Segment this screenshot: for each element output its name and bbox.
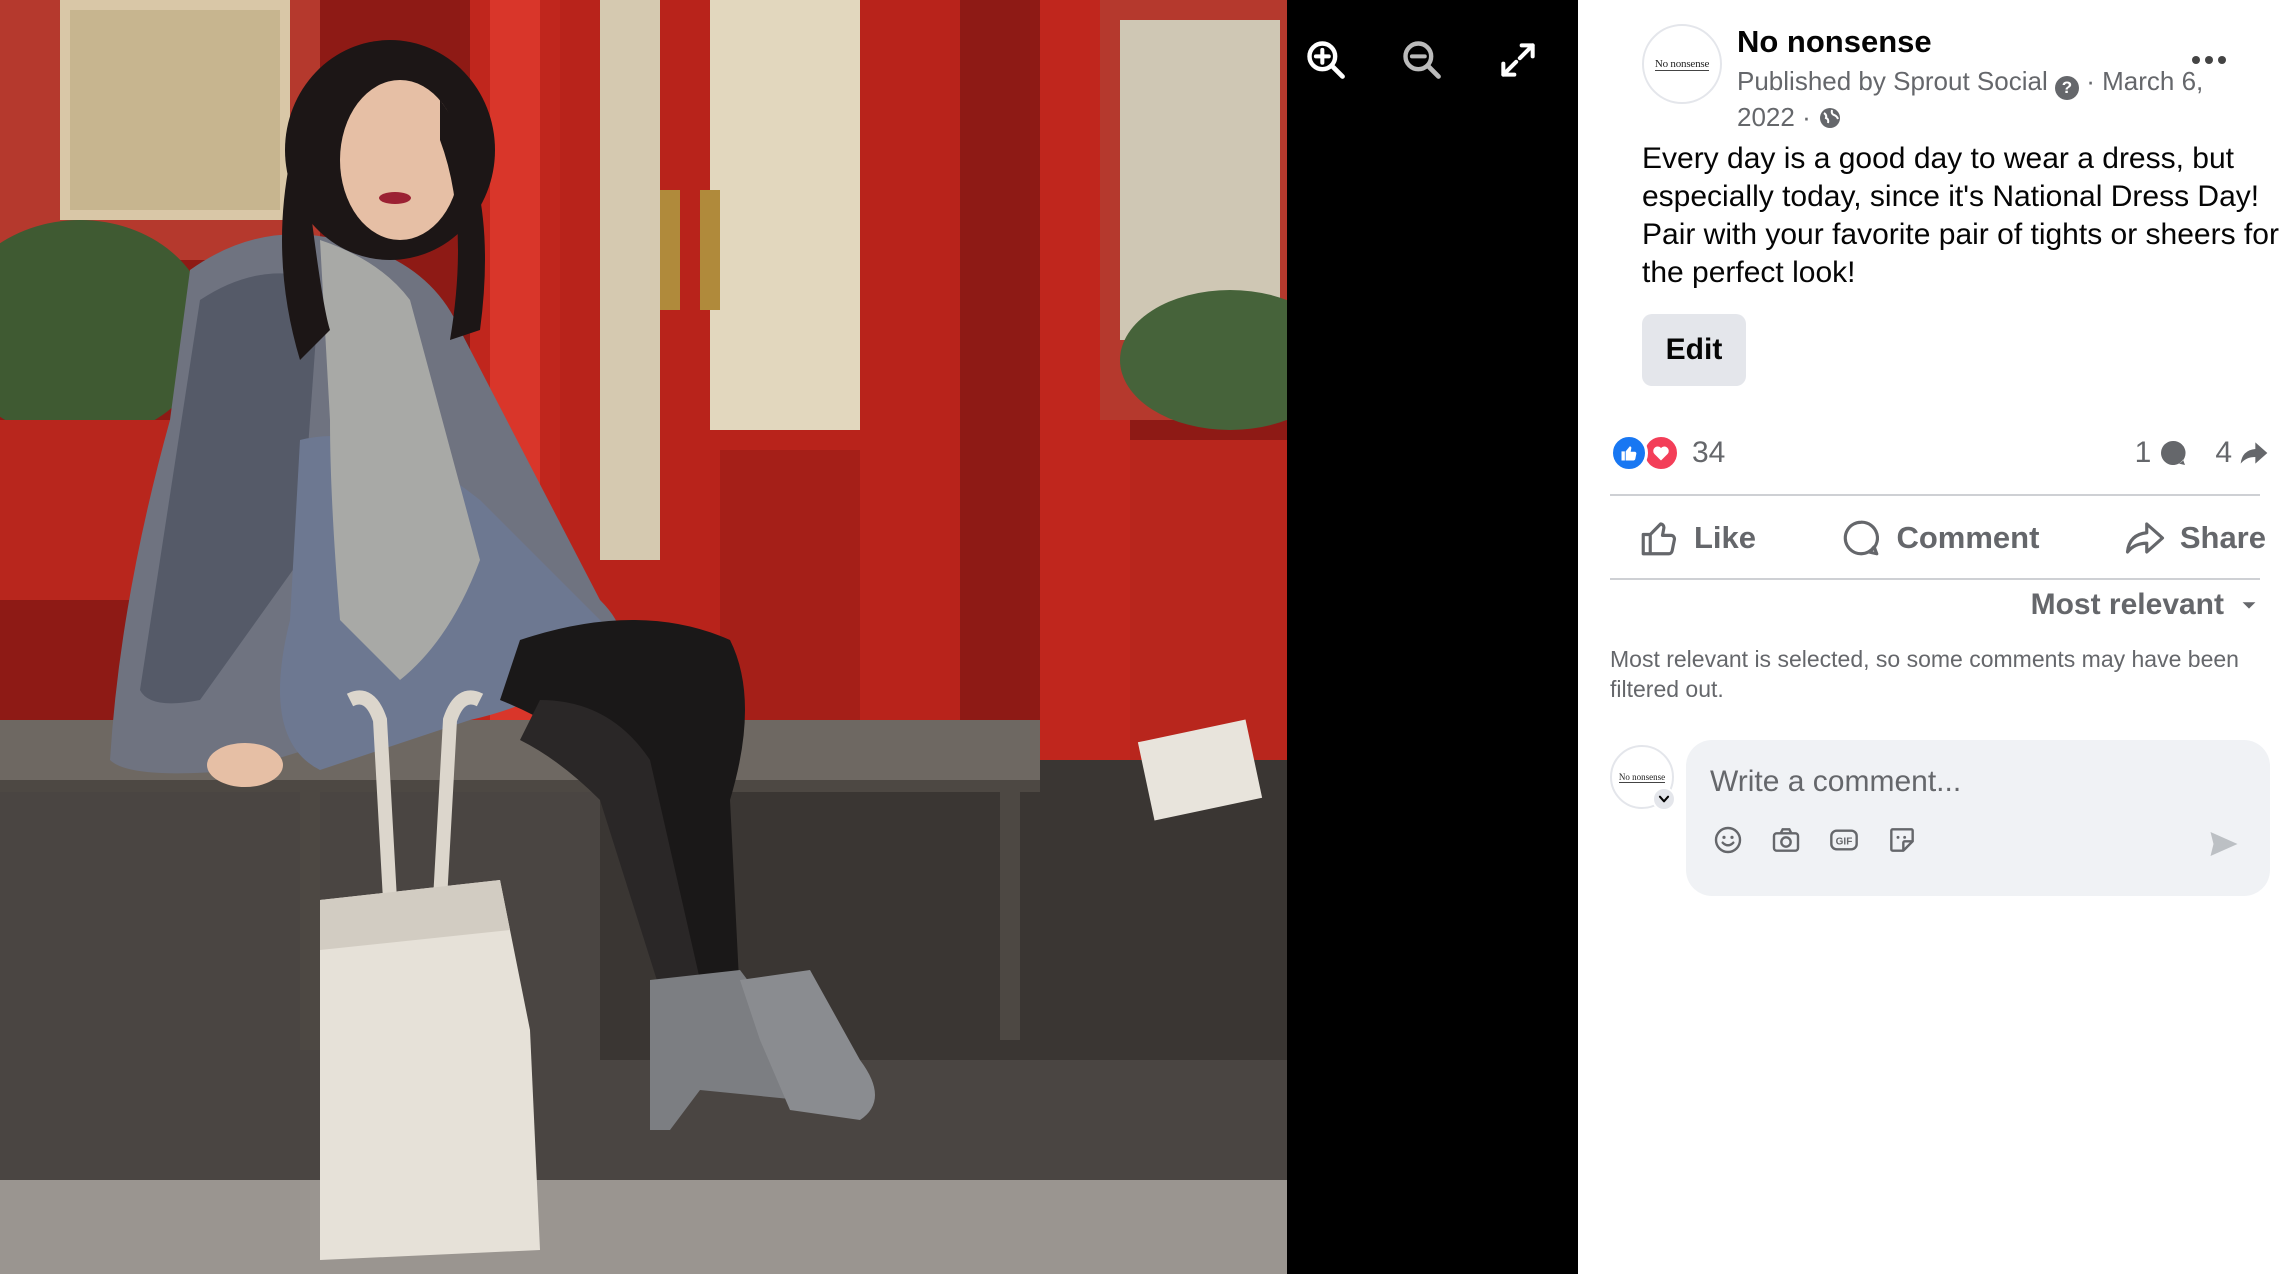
share-count: 4 [2215, 436, 2232, 469]
share-label: Share [2179, 520, 2266, 555]
like-button[interactable]: Like [1638, 517, 1756, 559]
commenter-avatar[interactable]: No nonsense [1610, 745, 1676, 811]
sort-label: Most relevant [2030, 588, 2224, 621]
dot-icon [2218, 56, 2226, 64]
action-bar: Like Comment Share [1610, 500, 2270, 576]
post-meta: Published by Sprout Social ? · March 6, … [1737, 64, 2257, 138]
zoom-out-button[interactable] [1392, 30, 1452, 90]
meta-separator: · [2086, 66, 2103, 96]
share-arrow-icon [2240, 442, 2268, 464]
avatar-logo-text: No nonsense [1654, 57, 1710, 71]
comment-input[interactable] [1710, 760, 2240, 804]
dot-icon [2205, 56, 2213, 64]
send-button[interactable] [2206, 826, 2242, 867]
like-reaction-icon [1610, 434, 1648, 472]
comment-label: Comment [1896, 520, 2040, 555]
share-button[interactable]: Share [2124, 517, 2266, 559]
avatar-logo-text: No nonsense [1618, 771, 1666, 783]
comment-count-group[interactable]: 1 [2135, 436, 2190, 470]
page-name[interactable]: No nonsense [1737, 24, 1932, 60]
send-icon [2210, 832, 2238, 856]
camera-icon[interactable] [1768, 822, 1804, 858]
reaction-count[interactable]: 34 [1692, 436, 1725, 470]
edit-button[interactable]: Edit [1642, 314, 1746, 386]
comment-icon [1844, 520, 1880, 556]
comment-button[interactable]: Comment [1840, 517, 2039, 559]
published-by: Published by Sprout Social [1737, 66, 2048, 96]
photo-illustration [0, 0, 1287, 1274]
post-panel: No nonsense No nonsense Published by Spr… [1578, 0, 2292, 1274]
share-icon [2125, 522, 2164, 554]
thumbs-up-icon [1641, 522, 1677, 556]
comment-count: 1 [2134, 436, 2152, 469]
question-icon[interactable]: ? [2054, 76, 2079, 100]
gif-icon[interactable]: GIF [1826, 822, 1862, 858]
post-photo[interactable] [0, 0, 1287, 1274]
engagement-counts: 1 4 [2135, 436, 2270, 470]
comment-sort-dropdown[interactable]: Most relevant [2031, 588, 2260, 622]
expand-icon [1501, 43, 1535, 77]
caret-down-icon [2242, 602, 2256, 609]
comment-composer: GIF [1686, 740, 2270, 896]
post-text: Every day is a good day to wear a dress,… [1642, 142, 2279, 289]
page-avatar[interactable]: No nonsense [1642, 24, 1722, 104]
post-stats: 34 1 4 [1610, 428, 2270, 478]
divider [1610, 578, 2260, 580]
zoom-in-button[interactable] [1296, 30, 1356, 90]
post-header: No nonsense No nonsense Published by Spr… [1610, 0, 2260, 140]
meta-separator: · [1802, 102, 1818, 132]
filter-note: Most relevant is selected, so some comme… [1610, 646, 2239, 702]
photo-viewer [0, 0, 1578, 1274]
chevron-down-icon[interactable] [1652, 787, 1676, 811]
zoom-in-icon [1307, 41, 1345, 79]
composer-tools: GIF [1710, 822, 1920, 858]
emoji-icon[interactable] [1710, 822, 1746, 858]
share-count-group[interactable]: 4 [2215, 436, 2270, 470]
zoom-out-icon [1403, 41, 1441, 79]
more-options-button[interactable] [2184, 40, 2234, 80]
fullscreen-button[interactable] [1488, 30, 1548, 90]
dot-icon [2192, 56, 2200, 64]
divider [1610, 494, 2260, 496]
svg-text:GIF: GIF [1836, 837, 1853, 848]
sticker-icon[interactable] [1884, 822, 1920, 858]
reaction-icons[interactable] [1610, 434, 1680, 472]
globe-icon [1818, 104, 1842, 138]
comment-bubble-icon [2161, 440, 2186, 465]
like-label: Like [1694, 520, 1757, 555]
